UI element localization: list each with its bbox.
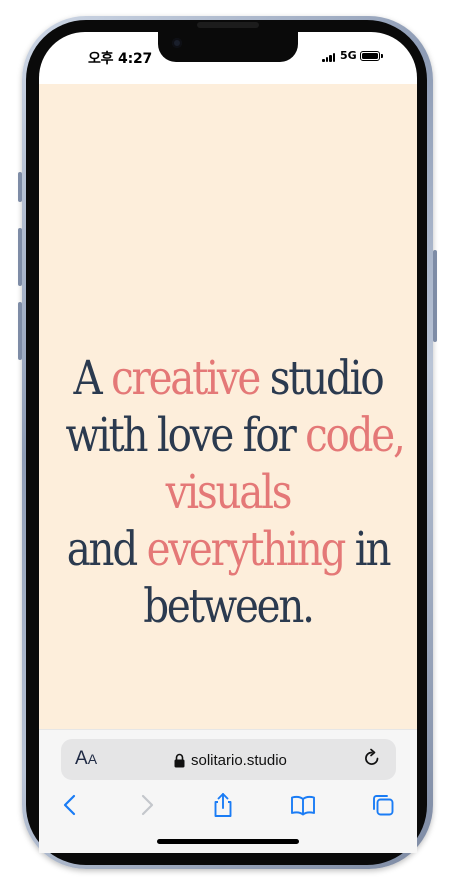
text-size-icon-small: A [87,751,98,767]
hero-text: studio [259,351,385,406]
home-indicator [157,839,299,844]
hero-line-1: A creative studio [65,350,390,407]
network-type: 5G [340,49,357,62]
reload-icon[interactable] [362,748,382,768]
share-icon[interactable] [210,792,236,818]
forward-icon[interactable] [133,792,159,818]
hero-text: A [73,351,112,406]
volume-down-button [18,302,22,360]
web-content: A creative studio with love for code, vi… [39,84,417,729]
hero-text: with love for [65,408,306,463]
text-size-icon: A [75,748,88,769]
hero-text: in [344,522,392,577]
hero-accent-word: code, [305,408,406,463]
battery-cap [381,54,383,58]
hero-text: between. [143,579,315,634]
back-icon[interactable] [58,792,84,818]
front-camera [172,38,182,48]
hero-line-2: with love for code, [65,407,405,464]
battery-icon [360,51,380,61]
hero-text: and [66,522,147,577]
hero-line-4: and everything in [65,521,392,578]
speaker [197,22,259,28]
power-button [433,250,437,342]
cellular-signal-icon [322,53,336,62]
volume-up-button [18,228,22,286]
silent-switch [18,172,22,202]
text-size-button[interactable]: AA [75,748,97,770]
url-display[interactable]: solitario.studio [174,751,287,769]
status-time: 오후 4:27 [88,51,153,67]
lock-icon [174,753,185,767]
hero-line-5: between. [65,578,390,635]
hero-accent-word: creative [111,351,261,406]
tabs-icon[interactable] [370,792,396,818]
hero-accent-word: everything [146,522,347,577]
hero-headline: A creative studio with love for code, vi… [65,350,405,635]
url-text: solitario.studio [191,751,287,769]
hero-line-3: visuals [65,464,390,521]
hero-accent-word: visuals [165,465,293,520]
bookmarks-icon[interactable] [290,792,316,818]
